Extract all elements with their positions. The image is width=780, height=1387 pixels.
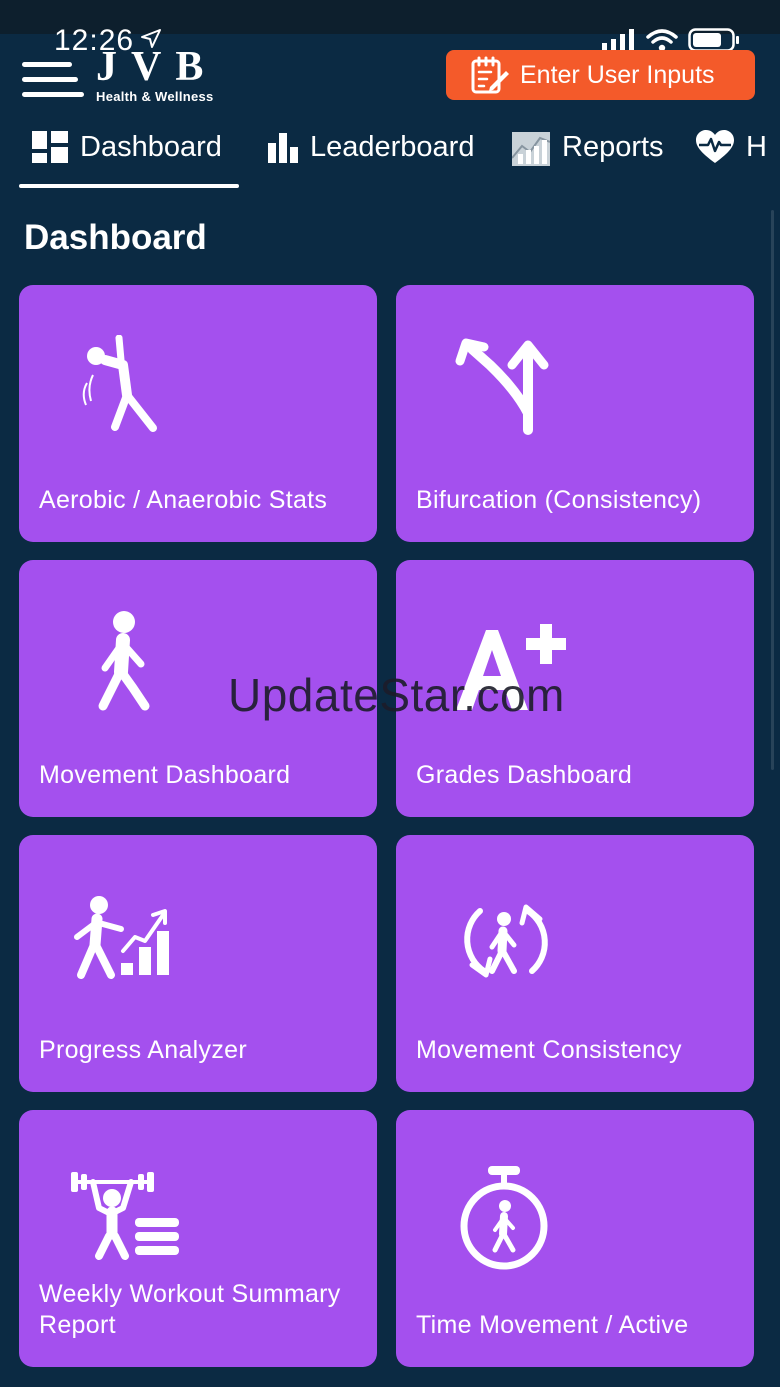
card-label: Grades Dashboard <box>416 761 633 789</box>
logo-mark: JVB <box>96 44 218 90</box>
card-aerobic-anaerobic-stats[interactable]: Aerobic / Anaerobic Stats <box>19 285 377 542</box>
tab-bar: Dashboard Leaderboard Reports H <box>0 118 780 192</box>
card-label: Time Movement / Active <box>416 1311 689 1339</box>
stretching-person-icon <box>82 335 157 432</box>
stopwatch-walker-icon <box>460 1166 548 1270</box>
heart-pulse-icon <box>696 130 734 163</box>
tab-health[interactable]: H <box>696 118 767 176</box>
tab-health-label: H <box>746 130 767 163</box>
reports-chart-icon <box>512 132 550 166</box>
notepad-edit-icon <box>471 56 509 94</box>
bar-chart-icon <box>268 133 298 163</box>
page-title: Dashboard <box>24 218 207 257</box>
card-bifurcation-consistency[interactable]: Bifurcation (Consistency) <box>396 285 754 542</box>
app-header: JVB Health & Wellness Enter User Inputs <box>0 44 780 114</box>
walking-person-icon <box>98 611 150 711</box>
active-tab-indicator <box>19 184 239 188</box>
card-label: Movement Dashboard <box>39 761 291 789</box>
logo-subtitle: Health & Wellness <box>96 89 214 104</box>
tab-reports[interactable]: Reports <box>512 118 664 176</box>
card-label: Movement Consistency <box>416 1036 682 1064</box>
card-movement-consistency[interactable]: Movement Consistency <box>396 835 754 1092</box>
enter-user-inputs-button[interactable]: Enter User Inputs <box>446 50 755 100</box>
card-movement-dashboard[interactable]: Movement Dashboard <box>19 560 377 817</box>
card-label: Bifurcation (Consistency) <box>416 486 702 514</box>
split-arrows-icon <box>455 338 549 435</box>
card-label: Progress Analyzer <box>39 1036 247 1064</box>
scrollbar[interactable] <box>771 210 774 770</box>
card-progress-analyzer[interactable]: Progress Analyzer <box>19 835 377 1092</box>
card-label: Weekly Workout Summary Report <box>39 1280 341 1339</box>
tab-leaderboard[interactable]: Leaderboard <box>268 118 474 176</box>
tab-reports-label: Reports <box>562 130 664 163</box>
card-time-movement-active[interactable]: Time Movement / Active <box>396 1110 754 1367</box>
hamburger-menu-icon[interactable] <box>22 60 84 100</box>
dashboard-grid-icon <box>32 131 68 163</box>
cycle-walker-icon <box>464 904 548 978</box>
tab-leaderboard-label: Leaderboard <box>310 130 475 163</box>
tab-dashboard-label: Dashboard <box>80 130 222 163</box>
enter-user-inputs-label: Enter User Inputs <box>520 60 715 89</box>
tab-dashboard[interactable]: Dashboard <box>32 118 222 176</box>
card-grades-dashboard[interactable]: Grades Dashboard <box>396 560 754 817</box>
weightlifter-list-icon <box>71 1172 179 1260</box>
app-logo: JVB Health & Wellness <box>96 46 217 104</box>
card-label: Aerobic / Anaerobic Stats <box>39 486 328 514</box>
progress-climb-icon <box>74 896 169 979</box>
card-weekly-workout-summary-report[interactable]: Weekly Workout Summary Report <box>19 1110 377 1367</box>
a-plus-grade-icon <box>456 624 566 710</box>
